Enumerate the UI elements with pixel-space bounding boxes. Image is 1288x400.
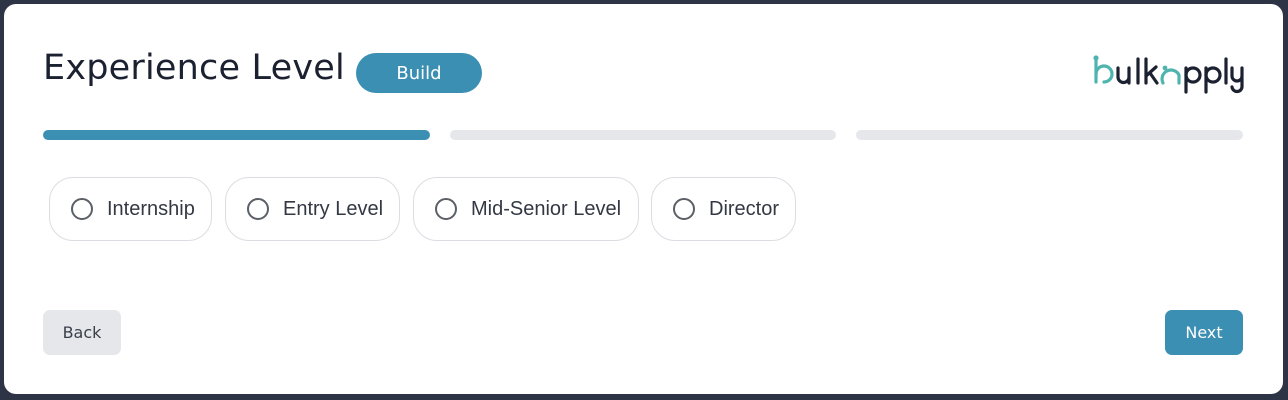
option-entry-level[interactable]: Entry Level (225, 177, 400, 241)
option-label: Internship (107, 197, 195, 220)
option-mid-senior-level[interactable]: Mid-Senior Level (413, 177, 639, 241)
bulkapply-logo (1093, 55, 1244, 94)
next-button[interactable]: Next (1165, 310, 1243, 355)
radio-circle-icon[interactable] (71, 198, 93, 220)
radio-circle-icon[interactable] (435, 198, 457, 220)
back-button[interactable]: Back (43, 310, 121, 355)
progress-step-3 (856, 130, 1243, 140)
experience-level-card: Experience Level Build Internship Entry … (4, 4, 1283, 394)
build-badge: Build (356, 53, 482, 93)
progress-step-1 (43, 130, 430, 140)
radio-circle-icon[interactable] (673, 198, 695, 220)
option-director[interactable]: Director (651, 177, 796, 241)
radio-circle-icon[interactable] (247, 198, 269, 220)
option-label: Entry Level (283, 197, 384, 220)
option-internship[interactable]: Internship (49, 177, 212, 241)
progress-step-2 (450, 130, 836, 140)
page-title: Experience Level (43, 48, 345, 88)
option-label: Director (709, 197, 780, 220)
option-label: Mid-Senior Level (471, 197, 622, 220)
